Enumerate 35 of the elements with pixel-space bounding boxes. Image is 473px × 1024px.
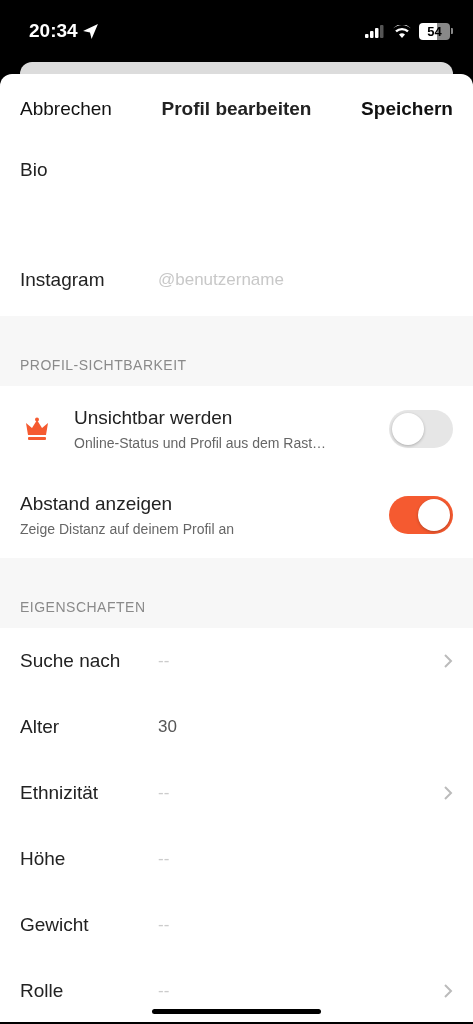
property-label: Alter — [20, 714, 61, 739]
property-value: -- — [158, 915, 170, 935]
setting-title: Abstand anzeigen — [20, 492, 174, 517]
property-value: 30 — [158, 717, 177, 737]
crown-icon — [24, 417, 50, 441]
property-label: Ethnizität — [20, 780, 100, 805]
toggle-switch[interactable] — [389, 410, 453, 448]
instagram-label: Instagram — [20, 267, 106, 292]
location-arrow-icon — [81, 22, 99, 40]
setting-description: Zeige Distanz auf deinem Profil an — [20, 519, 235, 539]
section-header: PROFIL-SICHTBARKEIT — [20, 356, 187, 375]
property-value: -- — [158, 651, 170, 671]
property-value: -- — [158, 783, 170, 803]
toggle-switch[interactable] — [389, 496, 453, 534]
setting-title: Unsichtbar werden — [74, 406, 234, 431]
chevron-icon[interactable] — [443, 983, 453, 999]
signal-icon — [365, 24, 385, 38]
wifi-icon — [393, 24, 411, 38]
bio-label: Bio — [20, 158, 49, 182]
property-value: -- — [158, 849, 170, 869]
save-button[interactable]: Speichern — [361, 94, 453, 124]
screen-title: Profil bearbeiten — [161, 96, 312, 121]
battery-icon: 54 — [419, 22, 453, 40]
chevron-icon[interactable] — [443, 785, 453, 801]
home-indicator[interactable] — [152, 1009, 321, 1014]
setting-description: Online-Status und Profil aus dem Rast… — [74, 433, 328, 453]
cancel-button[interactable]: Abbrechen — [20, 94, 112, 124]
clock: 20:34 — [29, 18, 78, 43]
section-header: EIGENSCHAFTEN — [20, 598, 146, 617]
property-label: Gewicht — [20, 912, 90, 937]
property-label: Suche nach — [20, 648, 122, 673]
property-label: Höhe — [20, 846, 67, 871]
chevron-icon[interactable] — [443, 653, 453, 669]
property-label: Rolle — [20, 978, 65, 1003]
property-value: -- — [158, 981, 170, 1001]
